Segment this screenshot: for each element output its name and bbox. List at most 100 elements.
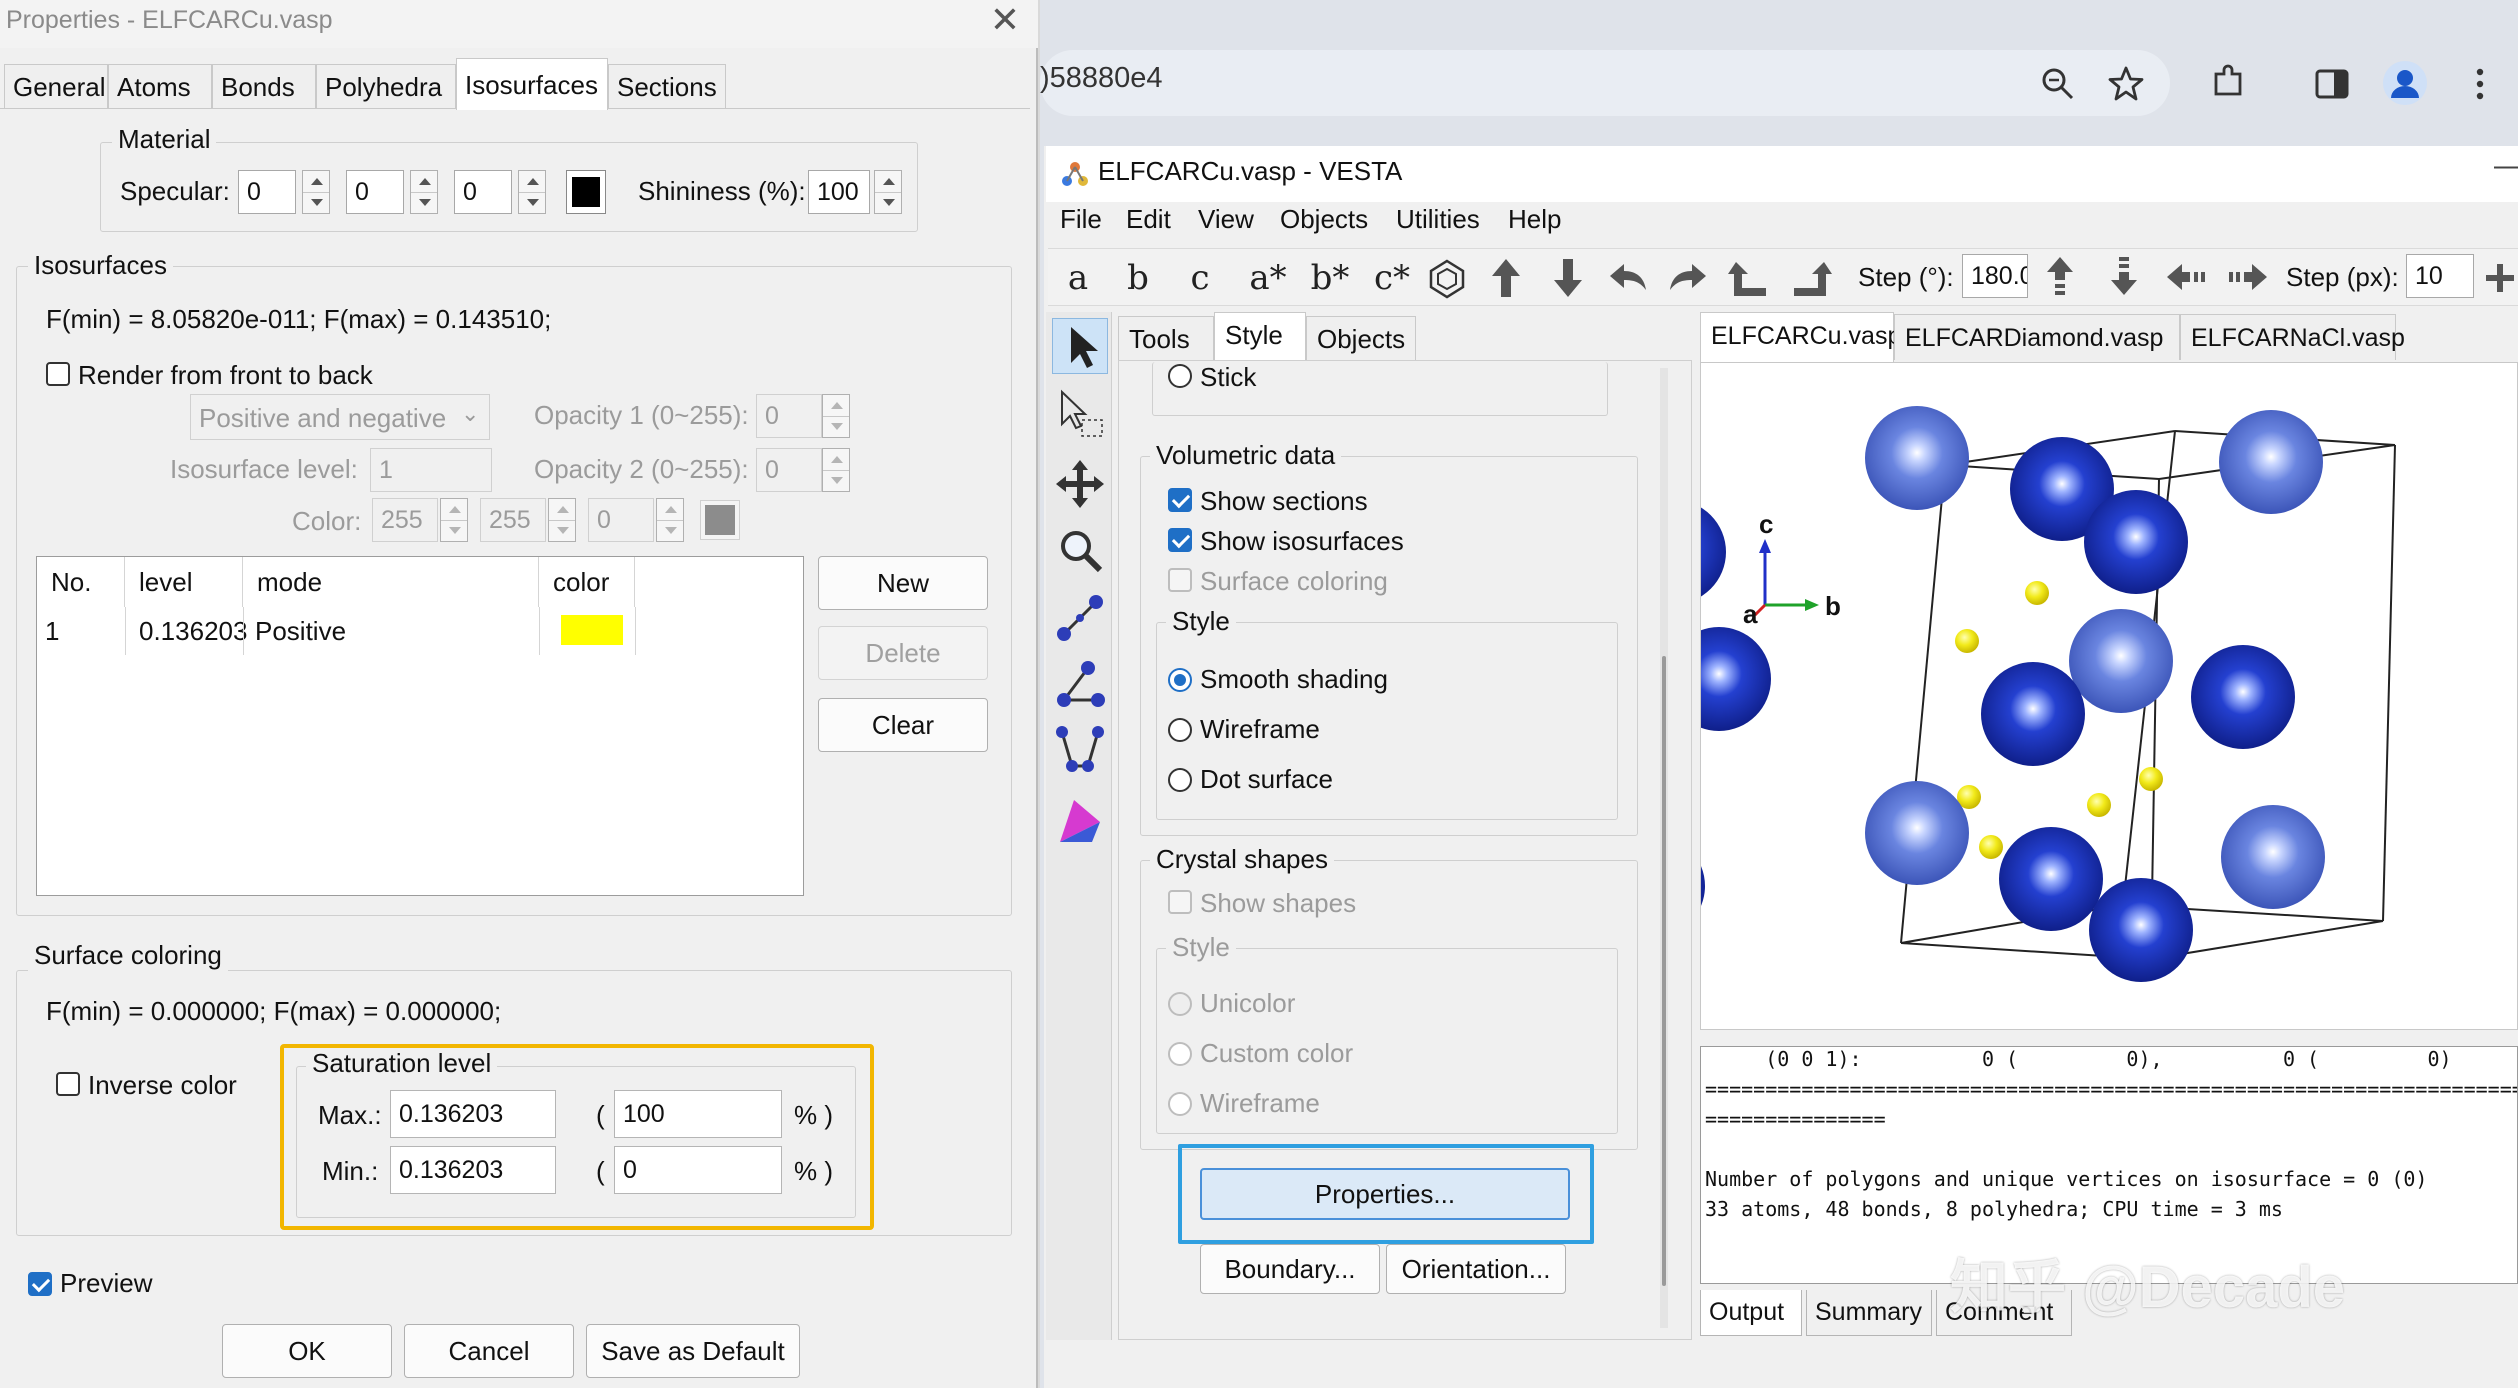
file-tab-cu[interactable]: ELFCARCu.vasp (1700, 312, 1901, 362)
color-b-field[interactable]: 0 (588, 498, 654, 542)
style-panel-scrollbar[interactable] (1660, 368, 1668, 1328)
pan-down-icon[interactable] (2106, 254, 2142, 298)
shininess-field[interactable]: 100 (808, 170, 870, 214)
file-tab-nacl[interactable]: ELFCARNaCl.vasp (2180, 314, 2405, 360)
cu-atom[interactable] (1865, 406, 1969, 510)
cu-atom[interactable] (1667, 627, 1771, 731)
new-button[interactable]: New (818, 556, 988, 610)
angle-icon[interactable] (1052, 656, 1108, 712)
isosurface-blob[interactable] (1955, 629, 1979, 653)
file-tab-diamond[interactable]: ELFCARDiamond.vasp (1894, 314, 2180, 360)
specular-b-stepper[interactable] (518, 170, 546, 214)
cu-atom[interactable] (2221, 805, 2325, 909)
unicolor-radio[interactable] (1168, 992, 1192, 1016)
table-row[interactable]: 1 0.136203 Positive (37, 607, 635, 655)
pan-up-icon[interactable] (2042, 254, 2078, 298)
smooth-shading-radio[interactable] (1168, 668, 1192, 692)
sign-mode-select[interactable]: Positive and negative ⌄ (190, 394, 490, 440)
opacity1-field[interactable]: 0 (756, 394, 822, 438)
col-header-no[interactable]: No. (37, 557, 125, 607)
zoom-in-icon[interactable] (2484, 262, 2516, 294)
tab-sections[interactable]: Sections (608, 64, 726, 108)
zoom-icon[interactable] (2038, 64, 2078, 104)
isosurface-blob[interactable] (2025, 581, 2049, 605)
sat-min-pct-field[interactable]: 0 (614, 1146, 782, 1194)
scrollbar-thumb[interactable] (1662, 656, 1666, 1286)
sidepanel-icon[interactable] (2312, 64, 2352, 104)
shape-wireframe-radio[interactable] (1168, 1092, 1192, 1116)
translate-icon[interactable] (1052, 456, 1108, 512)
clear-button[interactable]: Clear (818, 698, 988, 752)
specular-r-stepper[interactable] (302, 170, 330, 214)
minimize-icon[interactable]: — (2494, 146, 2518, 186)
select-tool[interactable] (1052, 318, 1108, 374)
address-bar[interactable] (1040, 50, 2170, 116)
specular-g-field[interactable]: 0 (346, 170, 404, 214)
more-icon[interactable] (2460, 64, 2500, 104)
preview-checkbox[interactable] (28, 1272, 52, 1296)
panel-tab-tools[interactable]: Tools (1118, 316, 1214, 360)
lattice-plane-icon[interactable] (1052, 792, 1108, 848)
view-b-star-button[interactable]: b* (1302, 256, 1358, 300)
show-sections-checkbox[interactable] (1168, 488, 1192, 512)
step-deg-field[interactable]: 180.0 (1962, 254, 2028, 298)
specular-b-field[interactable]: 0 (454, 170, 512, 214)
rotate-down-icon[interactable] (1548, 256, 1588, 300)
cu-atom[interactable] (2069, 609, 2173, 713)
cu-atom[interactable] (1999, 827, 2103, 931)
profile-icon[interactable] (2382, 60, 2428, 106)
save-as-default-button[interactable]: Save as Default (586, 1324, 800, 1378)
show-shapes-checkbox[interactable] (1168, 890, 1192, 914)
stick-radio[interactable] (1168, 364, 1192, 388)
sat-max-pct-field[interactable]: 100 (614, 1090, 782, 1138)
view-c-star-button[interactable]: c* (1364, 256, 1420, 300)
specular-g-stepper[interactable] (410, 170, 438, 214)
tab-polyhedra[interactable]: Polyhedra (316, 64, 456, 108)
cancel-button[interactable]: Cancel (404, 1324, 574, 1378)
menu-file[interactable]: File (1060, 204, 1102, 235)
structure-viewer[interactable]: c a b (1601, 362, 2518, 1031)
cu-atom[interactable] (1601, 834, 1705, 938)
star-icon[interactable] (2106, 64, 2146, 104)
col-header-level[interactable]: level (125, 557, 243, 607)
panel-tab-objects[interactable]: Objects (1306, 316, 1416, 360)
magnify-icon[interactable] (1052, 522, 1108, 578)
opacity2-stepper[interactable] (822, 448, 850, 492)
close-icon[interactable]: ✕ (988, 0, 1022, 40)
sat-min-field[interactable]: 0.136203 (390, 1146, 556, 1194)
step-px-field[interactable]: 10 (2406, 254, 2474, 298)
dot-surface-radio[interactable] (1168, 768, 1192, 792)
isosurface-blob[interactable] (2139, 767, 2163, 791)
opacity1-stepper[interactable] (822, 394, 850, 438)
dihedral-icon[interactable] (1052, 722, 1108, 778)
crystal-structure-view[interactable]: c a b (1601, 363, 2518, 1031)
show-isosurfaces-checkbox[interactable] (1168, 528, 1192, 552)
polyhedron-view-icon[interactable] (1426, 258, 1468, 300)
render-front-to-back-checkbox[interactable] (46, 362, 70, 386)
view-b-button[interactable]: b (1116, 256, 1160, 300)
menu-help[interactable]: Help (1508, 204, 1561, 235)
output-tab-output[interactable]: Output (1700, 1290, 1802, 1336)
boundary-button[interactable]: Boundary... (1200, 1244, 1380, 1294)
pan-left-icon[interactable] (2164, 260, 2208, 294)
color-g-field[interactable]: 255 (480, 498, 546, 542)
panel-tab-style[interactable]: Style (1214, 312, 1306, 362)
rotate-up-icon[interactable] (1486, 256, 1526, 300)
surface-coloring-checkbox[interactable] (1168, 568, 1192, 592)
color-r-field[interactable]: 255 (372, 498, 438, 542)
col-header-color[interactable]: color (539, 557, 635, 607)
view-c-button[interactable]: c (1178, 256, 1222, 300)
isosurface-level-field[interactable]: 1 (370, 448, 492, 492)
isosurface-table[interactable]: No. level mode color 1 0.136203 Positive (36, 556, 804, 896)
tab-isosurfaces[interactable]: Isosurfaces (456, 58, 608, 110)
cu-atom[interactable] (2219, 410, 2323, 514)
wireframe-radio[interactable] (1168, 718, 1192, 742)
extensions-icon[interactable] (2208, 62, 2248, 102)
col-header-mode[interactable]: mode (243, 557, 539, 607)
cu-atom[interactable] (2084, 490, 2188, 594)
tab-general[interactable]: General (4, 64, 108, 108)
color-g-stepper[interactable] (548, 498, 576, 542)
menu-edit[interactable]: Edit (1126, 204, 1171, 235)
address-text[interactable]: )58880e4 (1040, 62, 1163, 95)
rotate-ccw-icon[interactable] (1728, 258, 1770, 300)
